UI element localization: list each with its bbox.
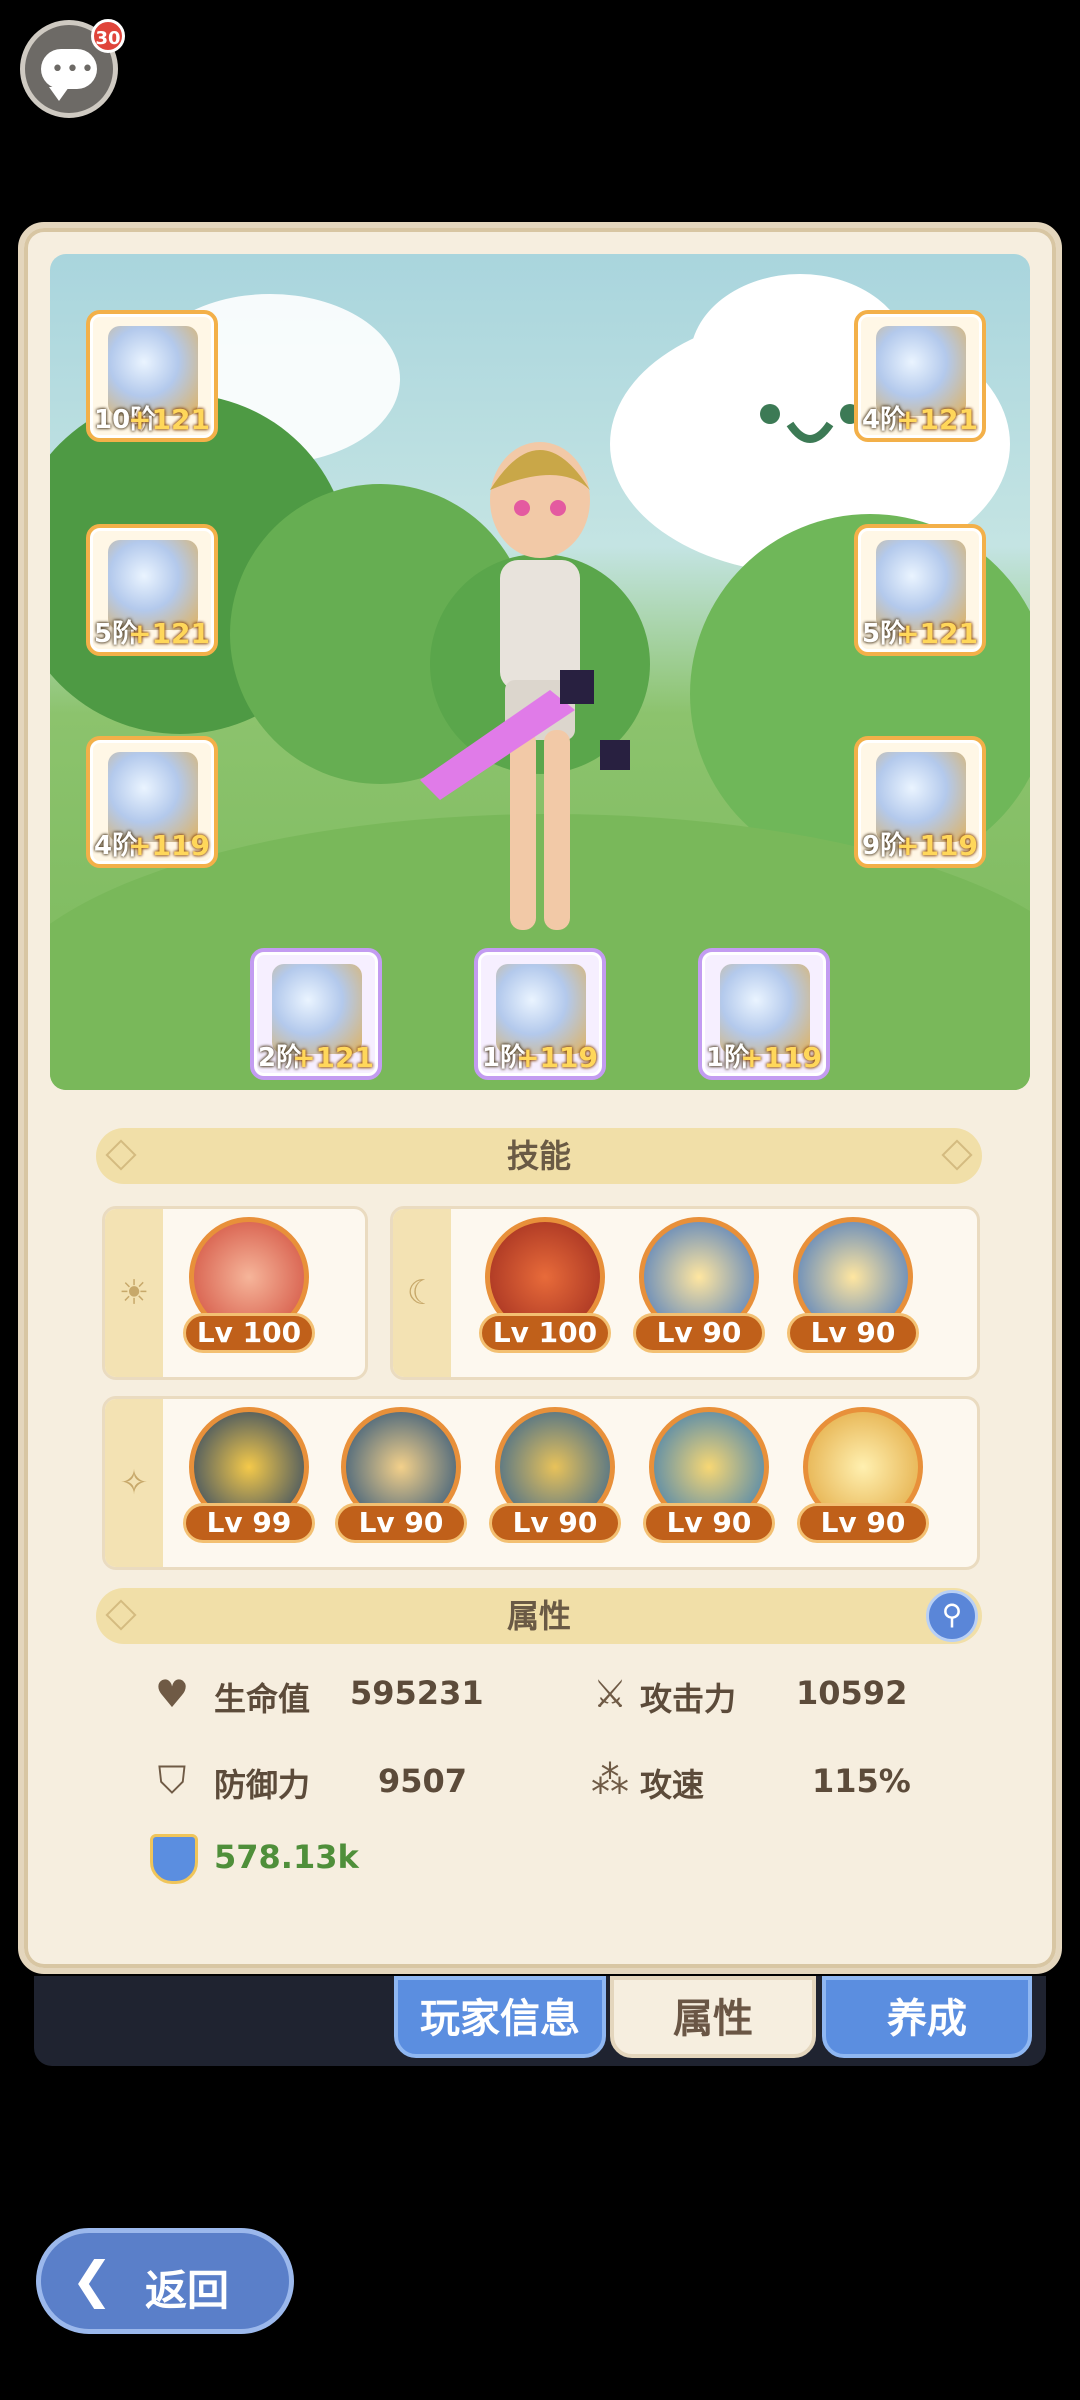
tab-develop[interactable]: 养成 xyxy=(822,1976,1032,2058)
skill-level: Lv 100 xyxy=(183,1313,315,1353)
equip-slot-necklace[interactable]: 1阶 +119 xyxy=(474,948,606,1080)
equip-enhance: +119 xyxy=(128,829,210,862)
combat-power-icon xyxy=(150,1834,198,1884)
skill-level: Lv 90 xyxy=(787,1313,919,1353)
skill-slot[interactable]: Lv 90 xyxy=(633,1217,765,1353)
attributes-header: 属性 ⚲ xyxy=(96,1588,982,1644)
spd-value: 115% xyxy=(812,1762,911,1800)
equip-slot-amulet[interactable]: 1阶 +119 xyxy=(698,948,830,1080)
skill-slot[interactable]: Lv 90 xyxy=(797,1407,929,1543)
heart-icon: ♥ xyxy=(154,1672,190,1716)
skill-slot[interactable]: Lv 90 xyxy=(643,1407,775,1543)
skill-slot[interactable]: Lv 90 xyxy=(787,1217,919,1353)
skills-title: 技能 xyxy=(506,1137,571,1175)
skills-header: 技能 xyxy=(96,1128,982,1184)
chat-button[interactable]: ••• 30 xyxy=(20,19,125,118)
skill-slot[interactable]: Lv 90 xyxy=(335,1407,467,1543)
skill-slot[interactable]: Lv 90 xyxy=(489,1407,621,1543)
hp-value: 595231 xyxy=(350,1674,484,1712)
combat-power-value: 578.13k xyxy=(214,1838,359,1876)
equip-enhance: +119 xyxy=(896,829,978,862)
equip-enhance: +121 xyxy=(128,617,210,650)
def-value: 9507 xyxy=(378,1762,468,1800)
equip-slot-weapon[interactable]: 10阶 +121 xyxy=(86,310,218,442)
equip-enhance: +121 xyxy=(896,403,978,436)
star-skill-group: ✧ Lv 99 Lv 90 Lv 90 Lv 90 Lv 90 xyxy=(102,1396,980,1570)
equip-slot-boots[interactable]: 9阶 +119 xyxy=(854,736,986,868)
skill-level: Lv 90 xyxy=(335,1503,467,1543)
star-icon: ✧ xyxy=(105,1399,163,1567)
hp-label: 生命值 xyxy=(214,1680,311,1718)
atk-value: 10592 xyxy=(796,1674,908,1712)
equip-slot-shoulder[interactable]: 5阶 +121 xyxy=(854,524,986,656)
atk-label: 攻击力 xyxy=(640,1680,737,1718)
skill-slot[interactable]: Lv 100 xyxy=(183,1217,315,1353)
equip-slot-helmet[interactable]: 4阶 +121 xyxy=(854,310,986,442)
skill-slot[interactable]: Lv 99 xyxy=(183,1407,315,1543)
skill-level: Lv 100 xyxy=(479,1313,611,1353)
skill-slot[interactable]: Lv 100 xyxy=(479,1217,611,1353)
chat-unread-badge: 30 xyxy=(91,19,125,53)
moon-skill-group: ☾ Lv 100 Lv 90 Lv 90 xyxy=(390,1206,980,1380)
equip-enhance: +121 xyxy=(896,617,978,650)
skill-level: Lv 90 xyxy=(489,1503,621,1543)
equip-enhance: +119 xyxy=(740,1041,822,1074)
equip-enhance: +119 xyxy=(516,1041,598,1074)
sun-skill-group: ☀ Lv 100 xyxy=(102,1206,368,1380)
chat-dots-icon: ••• xyxy=(51,57,96,82)
tab-player-info[interactable]: 玩家信息 xyxy=(394,1976,606,2058)
equip-slot-ring[interactable]: 2阶 +121 xyxy=(250,948,382,1080)
shield-icon: ⛉ xyxy=(157,1758,187,1802)
magnifier-icon[interactable]: ⚲ xyxy=(926,1590,978,1642)
tab-attributes[interactable]: 属性 xyxy=(610,1976,816,2058)
back-button[interactable]: ❮ 返回 xyxy=(36,2228,294,2334)
skill-level: Lv 90 xyxy=(633,1313,765,1353)
pixel-sword-weapon xyxy=(420,670,630,800)
attack-speed-icon: ⁂ xyxy=(591,1758,629,1802)
equip-enhance: +121 xyxy=(128,403,210,436)
sun-icon: ☀ xyxy=(105,1209,163,1377)
skill-level: Lv 90 xyxy=(643,1503,775,1543)
back-arrow-icon: ❮ xyxy=(71,2251,113,2309)
crossed-swords-icon: ⚔ xyxy=(592,1672,628,1716)
skill-level: Lv 90 xyxy=(797,1503,929,1543)
equip-slot-chest[interactable]: 5阶 +121 xyxy=(86,524,218,656)
attributes-title: 属性 xyxy=(506,1597,571,1635)
spd-label: 攻速 xyxy=(640,1766,705,1804)
equip-slot-legs[interactable]: 4阶 +119 xyxy=(86,736,218,868)
moon-icon: ☾ xyxy=(393,1209,451,1377)
equip-enhance: +121 xyxy=(292,1041,374,1074)
def-label: 防御力 xyxy=(214,1766,311,1804)
skill-level: Lv 99 xyxy=(183,1503,315,1543)
back-label: 返回 xyxy=(145,2266,230,2315)
